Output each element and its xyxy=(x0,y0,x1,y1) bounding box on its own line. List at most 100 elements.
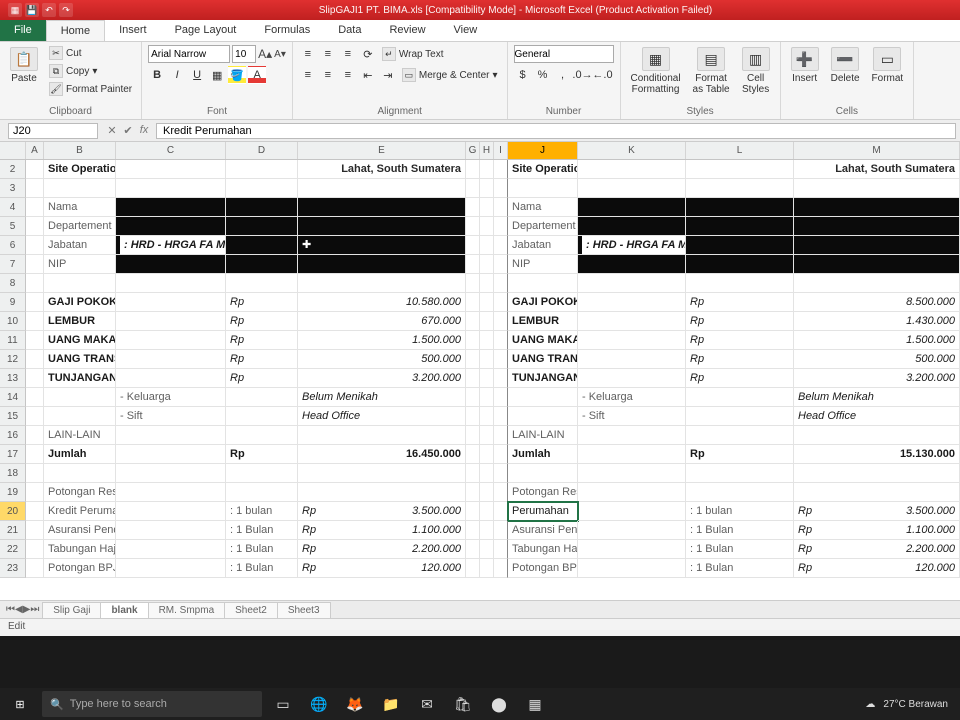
paste-button[interactable]: 📋Paste xyxy=(6,45,42,86)
sheet-tab-1[interactable]: blank xyxy=(100,602,148,618)
cell[interactable] xyxy=(686,407,794,426)
cell[interactable] xyxy=(494,369,508,388)
col-a[interactable]: A xyxy=(26,142,44,159)
row-4[interactable]: 4 xyxy=(0,198,26,217)
percent-icon[interactable]: % xyxy=(534,66,552,84)
border-button[interactable]: ▦ xyxy=(208,66,226,84)
cell[interactable]: LEMBUR xyxy=(508,312,578,331)
chrome-icon[interactable]: ⬤ xyxy=(484,690,514,718)
cell[interactable]: GAJI POKOK xyxy=(508,293,578,312)
row-20[interactable]: 20 xyxy=(0,502,26,521)
cell[interactable] xyxy=(26,274,44,293)
cell[interactable] xyxy=(466,464,480,483)
col-l[interactable]: L xyxy=(686,142,794,159)
row-15[interactable]: 15 xyxy=(0,407,26,426)
cell[interactable] xyxy=(686,483,794,502)
cell[interactable] xyxy=(480,217,494,236)
cell[interactable] xyxy=(298,179,466,198)
decrease-decimal-icon[interactable]: ←.0 xyxy=(594,66,612,84)
formula-bar[interactable]: Kredit Perumahan xyxy=(156,123,956,139)
cell[interactable]: Rp1.100.000 xyxy=(794,521,960,540)
cell[interactable]: Rp xyxy=(226,293,298,312)
edge-icon[interactable]: 🌐 xyxy=(304,690,334,718)
cell[interactable] xyxy=(480,464,494,483)
cell[interactable]: ✚ xyxy=(298,236,466,255)
cell[interactable] xyxy=(686,274,794,293)
cell[interactable]: Nama xyxy=(508,198,578,217)
cell[interactable] xyxy=(226,179,298,198)
tab-view[interactable]: View xyxy=(440,20,492,41)
cell[interactable] xyxy=(686,388,794,407)
cell[interactable] xyxy=(494,312,508,331)
cell[interactable]: Departement xyxy=(44,217,116,236)
cell[interactable]: Head Office xyxy=(298,407,466,426)
cell[interactable]: 1.500.000 xyxy=(298,331,466,350)
cell[interactable]: Asuransi Pendidikan Prudential xyxy=(508,521,578,540)
currency-icon[interactable]: $ xyxy=(514,66,532,84)
cell[interactable]: Rp3.500.000 xyxy=(794,502,960,521)
underline-button[interactable]: U xyxy=(188,66,206,84)
cell[interactable] xyxy=(794,236,960,255)
merge-center-button[interactable]: ▭Merge & Center ▾ xyxy=(399,66,501,84)
cell[interactable] xyxy=(116,331,226,350)
col-d[interactable]: D xyxy=(226,142,298,159)
col-c[interactable]: C xyxy=(116,142,226,159)
cell[interactable]: UANG TRANSPORT xyxy=(44,350,116,369)
wrap-text-button[interactable]: ↵Wrap Text xyxy=(379,45,447,63)
cell[interactable] xyxy=(494,217,508,236)
cell[interactable] xyxy=(226,407,298,426)
cell[interactable] xyxy=(466,312,480,331)
cell[interactable]: - Keluarga xyxy=(116,388,226,407)
cell[interactable] xyxy=(494,255,508,274)
italic-button[interactable]: I xyxy=(168,66,186,84)
cell[interactable]: Rp2.200.000 xyxy=(794,540,960,559)
decrease-font-icon[interactable]: A▾ xyxy=(274,49,286,60)
cell[interactable]: Rp xyxy=(226,350,298,369)
cell[interactable] xyxy=(26,350,44,369)
cell[interactable] xyxy=(466,274,480,293)
cell[interactable] xyxy=(116,198,226,217)
row-3[interactable]: 3 xyxy=(0,179,26,198)
cell-grid[interactable]: Site Operation Coal MiningLahat, South S… xyxy=(26,160,960,578)
cell[interactable] xyxy=(480,559,494,578)
cell[interactable] xyxy=(494,179,508,198)
cell[interactable] xyxy=(494,521,508,540)
cell[interactable] xyxy=(26,312,44,331)
cell[interactable]: GAJI POKOK xyxy=(44,293,116,312)
row-7[interactable]: 7 xyxy=(0,255,26,274)
cell[interactable] xyxy=(26,236,44,255)
font-color-button[interactable]: A xyxy=(248,66,266,84)
cell[interactable]: : 1 Bulan xyxy=(686,559,794,578)
tab-file[interactable]: File xyxy=(0,20,46,41)
cell[interactable] xyxy=(686,426,794,445)
cell[interactable] xyxy=(578,445,686,464)
cell[interactable] xyxy=(480,312,494,331)
row-18[interactable]: 18 xyxy=(0,464,26,483)
cell[interactable]: UANG MAKAN xyxy=(44,331,116,350)
cell[interactable]: Rp xyxy=(226,445,298,464)
format-as-table-button[interactable]: ▤Format as Table xyxy=(689,45,734,97)
cell[interactable] xyxy=(578,521,686,540)
cell[interactable]: Potongan BPJS (Kelas VVIP) xyxy=(508,559,578,578)
cell[interactable]: Lahat, South Sumatera xyxy=(794,160,960,179)
cell[interactable] xyxy=(466,293,480,312)
cell[interactable]: Asuransi Pendidikan Prudential xyxy=(44,521,116,540)
cell[interactable] xyxy=(26,426,44,445)
cell[interactable] xyxy=(578,331,686,350)
cell[interactable] xyxy=(494,236,508,255)
row-22[interactable]: 22 xyxy=(0,540,26,559)
cell[interactable] xyxy=(494,540,508,559)
row-19[interactable]: 19 xyxy=(0,483,26,502)
cell[interactable]: Rp xyxy=(686,293,794,312)
align-center-icon[interactable]: ≡ xyxy=(319,66,337,84)
row-21[interactable]: 21 xyxy=(0,521,26,540)
cell[interactable]: Potongan Resmi xyxy=(44,483,116,502)
align-right-icon[interactable]: ≡ xyxy=(339,66,357,84)
format-button[interactable]: ▭Format xyxy=(868,45,908,86)
font-name-input[interactable] xyxy=(148,45,230,63)
cell[interactable] xyxy=(26,483,44,502)
row-8[interactable]: 8 xyxy=(0,274,26,293)
cell[interactable] xyxy=(578,559,686,578)
cell[interactable] xyxy=(578,274,686,293)
cell[interactable]: 15.130.000 xyxy=(794,445,960,464)
